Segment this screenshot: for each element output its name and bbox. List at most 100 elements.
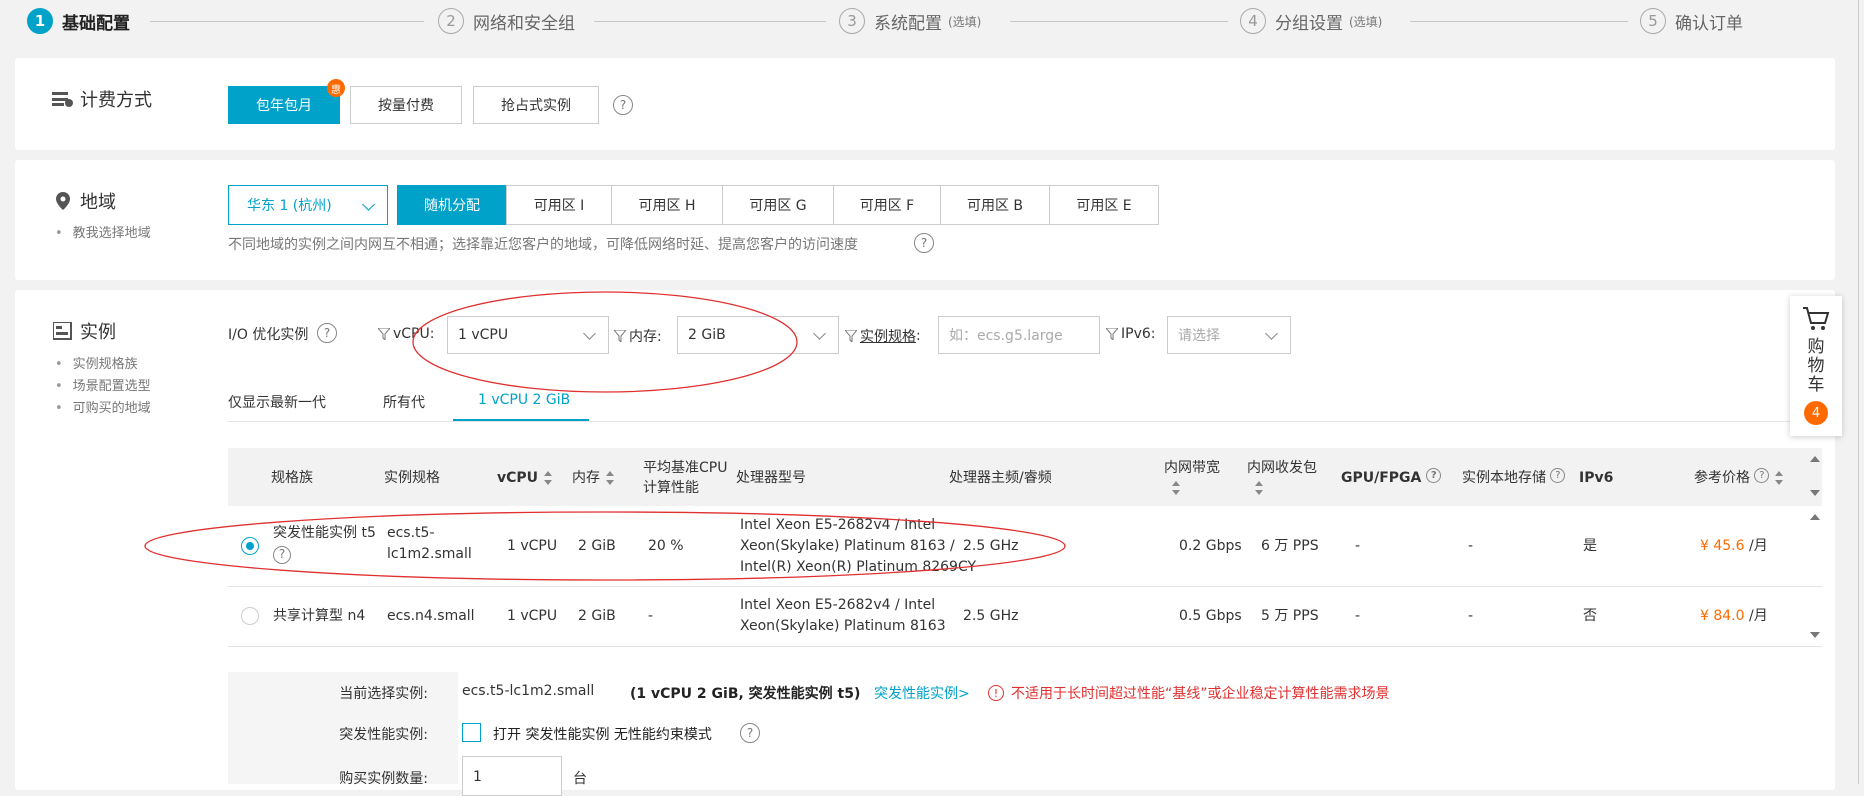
row-memory: 2 GiB (578, 538, 616, 554)
row-price: ¥ 45.6 /月 (1700, 536, 1768, 557)
zone-e[interactable]: 可用区 E (1049, 185, 1159, 225)
shopping-cart-widget[interactable]: 购物车 4 (1790, 296, 1842, 436)
step-connector (1010, 21, 1228, 22)
ipv6-label-text: IPv6: (1121, 326, 1156, 342)
spec-placeholder: 如：ecs.g5.large (949, 328, 1063, 344)
instance-family-link[interactable]: 实例规格族 (55, 354, 151, 376)
help-icon[interactable]: ? (273, 545, 291, 564)
col-bandwidth[interactable]: 内网带宽 (1164, 458, 1220, 498)
burstable-info-link[interactable]: 突发性能实例> (874, 683, 970, 703)
quantity-input[interactable]: 1 (462, 756, 562, 796)
region-title-text: 地域 (80, 192, 116, 213)
warning-text: 不适用于长时间超过性能“基线”或企业稳定计算性能需求场景 (1011, 686, 1390, 702)
unlimited-help-icon[interactable]: ? (740, 723, 760, 743)
io-help-icon[interactable]: ? (317, 323, 337, 343)
col-memory[interactable]: 内存 (572, 468, 614, 488)
chevron-down-icon (583, 327, 596, 340)
tab-1vcpu-2gib[interactable]: 1 vCPU 2 GiB (478, 392, 570, 408)
col-memory-text: 内存 (572, 470, 600, 486)
spec-label-text[interactable]: 实例规格 (860, 326, 916, 346)
step-3[interactable]: 3 系统配置 (选填) (839, 6, 981, 36)
zone-f[interactable]: 可用区 F (833, 185, 941, 225)
step-number: 3 (839, 8, 865, 34)
cpu-line1: Intel Xeon E5-2682v4 / Intel (740, 597, 936, 613)
step-5[interactable]: 5 确认订单 (1640, 6, 1743, 36)
io-label-text: I/O 优化实例 (228, 327, 309, 343)
help-icon[interactable]: ? (1550, 468, 1566, 483)
col-pps[interactable]: 内网收发包 (1247, 458, 1317, 498)
page-scrollbar-track[interactable] (1858, 0, 1859, 784)
billing-icon (52, 89, 74, 109)
button-label: 按量付费 (378, 98, 434, 114)
map-pin-icon (52, 191, 74, 211)
scroll-down-icon[interactable] (1810, 632, 1820, 638)
col-gpu-text: GPU/FPGA (1341, 470, 1422, 486)
help-icon[interactable]: ? (1754, 468, 1770, 483)
col-price[interactable]: 参考价格 ? (1694, 468, 1784, 488)
col-baseline: 平均基准CPU 计算性能 (643, 458, 727, 498)
billing-payg-button[interactable]: 按量付费 (350, 86, 462, 124)
step-connector (1410, 21, 1628, 22)
table-row[interactable]: 突发性能实例 t5? ecs.t5- lc1m2.small 1 vCPU 2 G… (228, 506, 1822, 587)
vcpu-label-text: vCPU: (393, 326, 435, 342)
region-help-link[interactable]: 教我选择地域 (55, 223, 151, 245)
instance-help-links: 实例规格族 场景配置选型 可购买的地域 (55, 354, 151, 420)
billing-spot-button[interactable]: 抢占式实例 (473, 86, 599, 124)
memory-filter-label: 内存: (614, 326, 662, 346)
cpu-line2: Xeon(Skylake) Platinum 8163 / (740, 538, 955, 554)
table-row[interactable]: 共享计算型 n4 ecs.n4.small 1 vCPU 2 GiB - Int… (228, 587, 1822, 647)
row-radio[interactable] (241, 537, 259, 555)
price-value: ¥ 45.6 (1700, 538, 1745, 554)
help-icon[interactable]: ? (1426, 468, 1442, 483)
vcpu-select[interactable]: 1 vCPU (447, 316, 609, 354)
scroll-up-icon[interactable] (1810, 456, 1820, 462)
memory-select[interactable]: 2 GiB (677, 316, 839, 354)
row-frequency: 2.5 GHz (963, 538, 1019, 554)
zone-i[interactable]: 可用区 I (506, 185, 612, 225)
zone-b[interactable]: 可用区 B (940, 185, 1050, 225)
billing-help-icon[interactable]: ? (613, 95, 633, 115)
available-region-link[interactable]: 可购买的地域 (55, 398, 151, 420)
step-2[interactable]: 2 网络和安全组 (438, 6, 575, 36)
button-label: 包年包月 (256, 98, 312, 114)
col-vcpu[interactable]: vCPU (497, 468, 553, 488)
step-4[interactable]: 4 分组设置 (选填) (1240, 6, 1382, 36)
warning-icon: ! (988, 685, 1004, 701)
zone-g[interactable]: 可用区 G (722, 185, 834, 225)
row-baseline: 20 % (648, 538, 684, 554)
sort-icon (544, 471, 553, 485)
ipv6-select[interactable]: 请选择 (1167, 316, 1291, 354)
row-storage: - (1468, 538, 1474, 554)
step-optional: (选填) (1349, 14, 1383, 29)
current-instance-detail: (1 vCPU 2 GiB, 突发性能实例 t5) (630, 686, 861, 702)
price-value: ¥ 84.0 (1700, 608, 1745, 624)
region-help-links: 教我选择地域 (55, 223, 151, 245)
zone-h[interactable]: 可用区 H (611, 185, 723, 225)
unlimited-mode-label: 打开 突发性能实例 无性能约束模式 (493, 727, 712, 743)
filter-icon (378, 328, 390, 340)
row-radio[interactable] (241, 607, 259, 625)
row-bandwidth: 0.2 Gbps (1179, 538, 1242, 554)
region-help-icon[interactable]: ? (914, 233, 934, 253)
scroll-down-icon[interactable] (1810, 490, 1820, 496)
tab-all-generations[interactable]: 所有代 (383, 392, 425, 412)
col-local-storage: 实例本地存储 ? (1462, 468, 1566, 488)
unlimited-mode-checkbox[interactable] (462, 723, 481, 742)
row-family: 共享计算型 n4 (273, 608, 366, 624)
scroll-up-icon[interactable] (1810, 514, 1820, 520)
step-number: 4 (1240, 8, 1266, 34)
region-select[interactable]: 华东 1 (杭州) (228, 185, 388, 225)
zone-random[interactable]: 随机分配 (397, 185, 507, 225)
step-number: 5 (1640, 8, 1666, 34)
step-1[interactable]: 1 基础配置 (27, 6, 130, 36)
cart-label-char: 购 (1807, 337, 1825, 357)
row-gpu: - (1355, 538, 1361, 554)
row-gpu: - (1355, 608, 1361, 624)
quantity-value: 1 (473, 769, 482, 785)
spec-label-colon: : (916, 328, 921, 344)
spec-search-input[interactable]: 如：ecs.g5.large (938, 316, 1100, 354)
scenario-link[interactable]: 场景配置选型 (55, 376, 151, 398)
tab-latest-generation[interactable]: 仅显示最新一代 (228, 392, 326, 412)
billing-subscription-button[interactable]: 包年包月 惠 (228, 79, 345, 124)
billing-title-text: 计费方式 (80, 90, 152, 111)
